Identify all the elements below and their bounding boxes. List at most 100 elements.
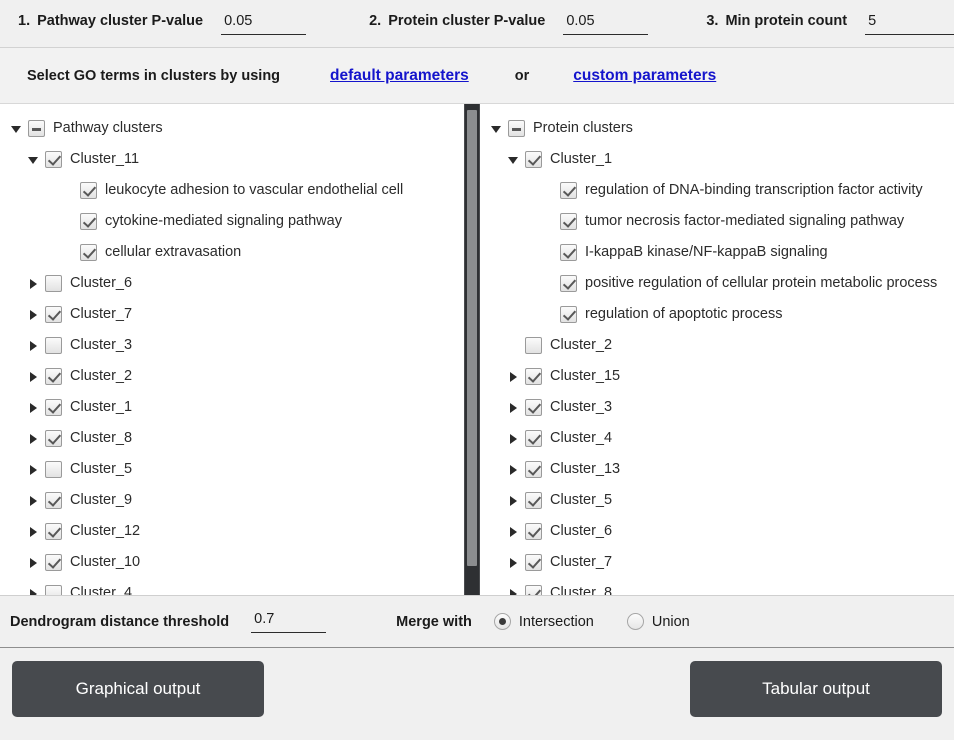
- checkbox-left-node[interactable]: [80, 182, 97, 199]
- checkbox-left-node[interactable]: [45, 585, 62, 595]
- tree-node-row[interactable]: I-kappaB kinase/NF-kappaB signaling: [480, 237, 954, 268]
- tree-node-row[interactable]: Cluster_8: [480, 578, 954, 595]
- chevron-right-icon[interactable]: [27, 494, 40, 507]
- radio-option-union[interactable]: Union: [626, 613, 690, 630]
- chevron-down-icon[interactable]: [27, 153, 40, 166]
- chevron-right-icon[interactable]: [507, 463, 520, 476]
- tree-node-row[interactable]: Cluster_3: [0, 330, 464, 361]
- tree-node-row[interactable]: Cluster_4: [480, 423, 954, 454]
- chevron-right-icon[interactable]: [507, 494, 520, 507]
- checkbox-left-node[interactable]: [45, 275, 62, 292]
- tree-node-row[interactable]: Cluster_7: [480, 547, 954, 578]
- radio-icon-union[interactable]: [626, 613, 644, 630]
- pathway-clusters-tree[interactable]: Pathway clusters Cluster_11 leukocyte adh…: [0, 104, 464, 595]
- tree-node-row[interactable]: Cluster_1: [0, 392, 464, 423]
- checkbox-right-node[interactable]: [525, 399, 542, 416]
- chevron-down-icon[interactable]: [507, 153, 520, 166]
- checkbox-right-node[interactable]: [525, 585, 542, 595]
- tree-node-row[interactable]: cellular extravasation: [0, 237, 464, 268]
- scrollbar-thumb[interactable]: [467, 110, 477, 566]
- chevron-right-icon[interactable]: [507, 370, 520, 383]
- tree-node-row[interactable]: Cluster_2: [480, 330, 954, 361]
- checkbox-left-node[interactable]: [45, 554, 62, 571]
- chevron-right-icon[interactable]: [507, 525, 520, 538]
- checkbox-right-node[interactable]: [560, 213, 577, 230]
- chevron-right-icon[interactable]: [27, 463, 40, 476]
- checkbox-right-node[interactable]: [560, 275, 577, 292]
- tree-vertical-scrollbar[interactable]: [464, 104, 480, 595]
- tree-node-row[interactable]: Cluster_6: [480, 516, 954, 547]
- default-parameters-link[interactable]: default parameters: [330, 67, 469, 85]
- chevron-right-icon[interactable]: [27, 339, 40, 352]
- chevron-right-icon[interactable]: [507, 556, 520, 569]
- checkbox-right-node[interactable]: [525, 337, 542, 354]
- checkbox-right-node[interactable]: [525, 368, 542, 385]
- tree-node-row[interactable]: Cluster_7: [0, 299, 464, 330]
- tree-node-row[interactable]: Cluster_9: [0, 485, 464, 516]
- tree-node-row[interactable]: cytokine-mediated signaling pathway: [0, 206, 464, 237]
- tree-node-row[interactable]: Cluster_13: [480, 454, 954, 485]
- chevron-right-icon[interactable]: [27, 277, 40, 290]
- tree-node-row[interactable]: positive regulation of cellular protein …: [480, 268, 954, 299]
- pathway-pvalue-input[interactable]: [221, 12, 307, 35]
- tree-node-row[interactable]: Cluster_12: [0, 516, 464, 547]
- chevron-right-icon[interactable]: [27, 525, 40, 538]
- checkbox-right-node[interactable]: [560, 182, 577, 199]
- checkbox-left-node[interactable]: [45, 492, 62, 509]
- chevron-right-icon[interactable]: [507, 587, 520, 595]
- chevron-right-icon[interactable]: [27, 308, 40, 321]
- checkbox-right-node[interactable]: [525, 151, 542, 168]
- tree-node-row[interactable]: Cluster_8: [0, 423, 464, 454]
- checkbox-protein-clusters-root[interactable]: [508, 120, 525, 137]
- tree-node-row[interactable]: Cluster_3: [480, 392, 954, 423]
- tree-node-row[interactable]: tumor necrosis factor-mediated signaling…: [480, 206, 954, 237]
- checkbox-right-node[interactable]: [525, 523, 542, 540]
- tree-root-pathway-clusters[interactable]: Pathway clusters: [0, 113, 464, 144]
- tree-node-row[interactable]: Cluster_5: [480, 485, 954, 516]
- tree-node-row[interactable]: Cluster_15: [480, 361, 954, 392]
- checkbox-right-node[interactable]: [525, 461, 542, 478]
- chevron-right-icon[interactable]: [507, 401, 520, 414]
- tree-node-row[interactable]: Cluster_10: [0, 547, 464, 578]
- radio-option-intersection[interactable]: Intersection: [493, 613, 594, 630]
- tree-node-row[interactable]: Cluster_4: [0, 578, 464, 595]
- tree-node-row[interactable]: Cluster_1: [480, 144, 954, 175]
- chevron-down-icon[interactable]: [490, 122, 503, 135]
- min-protein-count-input[interactable]: [865, 12, 954, 35]
- checkbox-left-node[interactable]: [45, 430, 62, 447]
- graphical-output-button[interactable]: Graphical output: [12, 661, 264, 717]
- tree-node-row[interactable]: leukocyte adhesion to vascular endotheli…: [0, 175, 464, 206]
- checkbox-right-node[interactable]: [560, 306, 577, 323]
- custom-parameters-link[interactable]: custom parameters: [573, 67, 716, 85]
- chevron-right-icon[interactable]: [27, 587, 40, 595]
- radio-icon-intersection[interactable]: [493, 613, 511, 630]
- checkbox-right-node[interactable]: [525, 554, 542, 571]
- tree-node-row[interactable]: regulation of DNA-binding transcription …: [480, 175, 954, 206]
- checkbox-left-node[interactable]: [45, 151, 62, 168]
- chevron-right-icon[interactable]: [27, 432, 40, 445]
- checkbox-left-node[interactable]: [80, 213, 97, 230]
- checkbox-left-node[interactable]: [45, 368, 62, 385]
- checkbox-right-node[interactable]: [525, 492, 542, 509]
- chevron-right-icon[interactable]: [507, 432, 520, 445]
- tree-node-row[interactable]: Cluster_11: [0, 144, 464, 175]
- checkbox-left-node[interactable]: [80, 244, 97, 261]
- checkbox-left-node[interactable]: [45, 523, 62, 540]
- checkbox-right-node[interactable]: [560, 244, 577, 261]
- checkbox-left-node[interactable]: [45, 399, 62, 416]
- tree-node-row[interactable]: Cluster_2: [0, 361, 464, 392]
- checkbox-left-node[interactable]: [45, 461, 62, 478]
- protein-pvalue-input[interactable]: [563, 12, 649, 35]
- tree-node-row[interactable]: Cluster_6: [0, 268, 464, 299]
- tree-node-row[interactable]: regulation of apoptotic process: [480, 299, 954, 330]
- tree-root-protein-clusters[interactable]: Protein clusters: [480, 113, 954, 144]
- protein-clusters-tree[interactable]: Protein clusters Cluster_1 regulation of …: [480, 104, 954, 595]
- chevron-right-icon[interactable]: [27, 401, 40, 414]
- dendrogram-threshold-input[interactable]: [251, 610, 327, 633]
- chevron-right-icon[interactable]: [27, 556, 40, 569]
- checkbox-right-node[interactable]: [525, 430, 542, 447]
- chevron-right-icon[interactable]: [27, 370, 40, 383]
- checkbox-pathway-clusters-root[interactable]: [28, 120, 45, 137]
- tabular-output-button[interactable]: Tabular output: [690, 661, 942, 717]
- tree-node-row[interactable]: Cluster_5: [0, 454, 464, 485]
